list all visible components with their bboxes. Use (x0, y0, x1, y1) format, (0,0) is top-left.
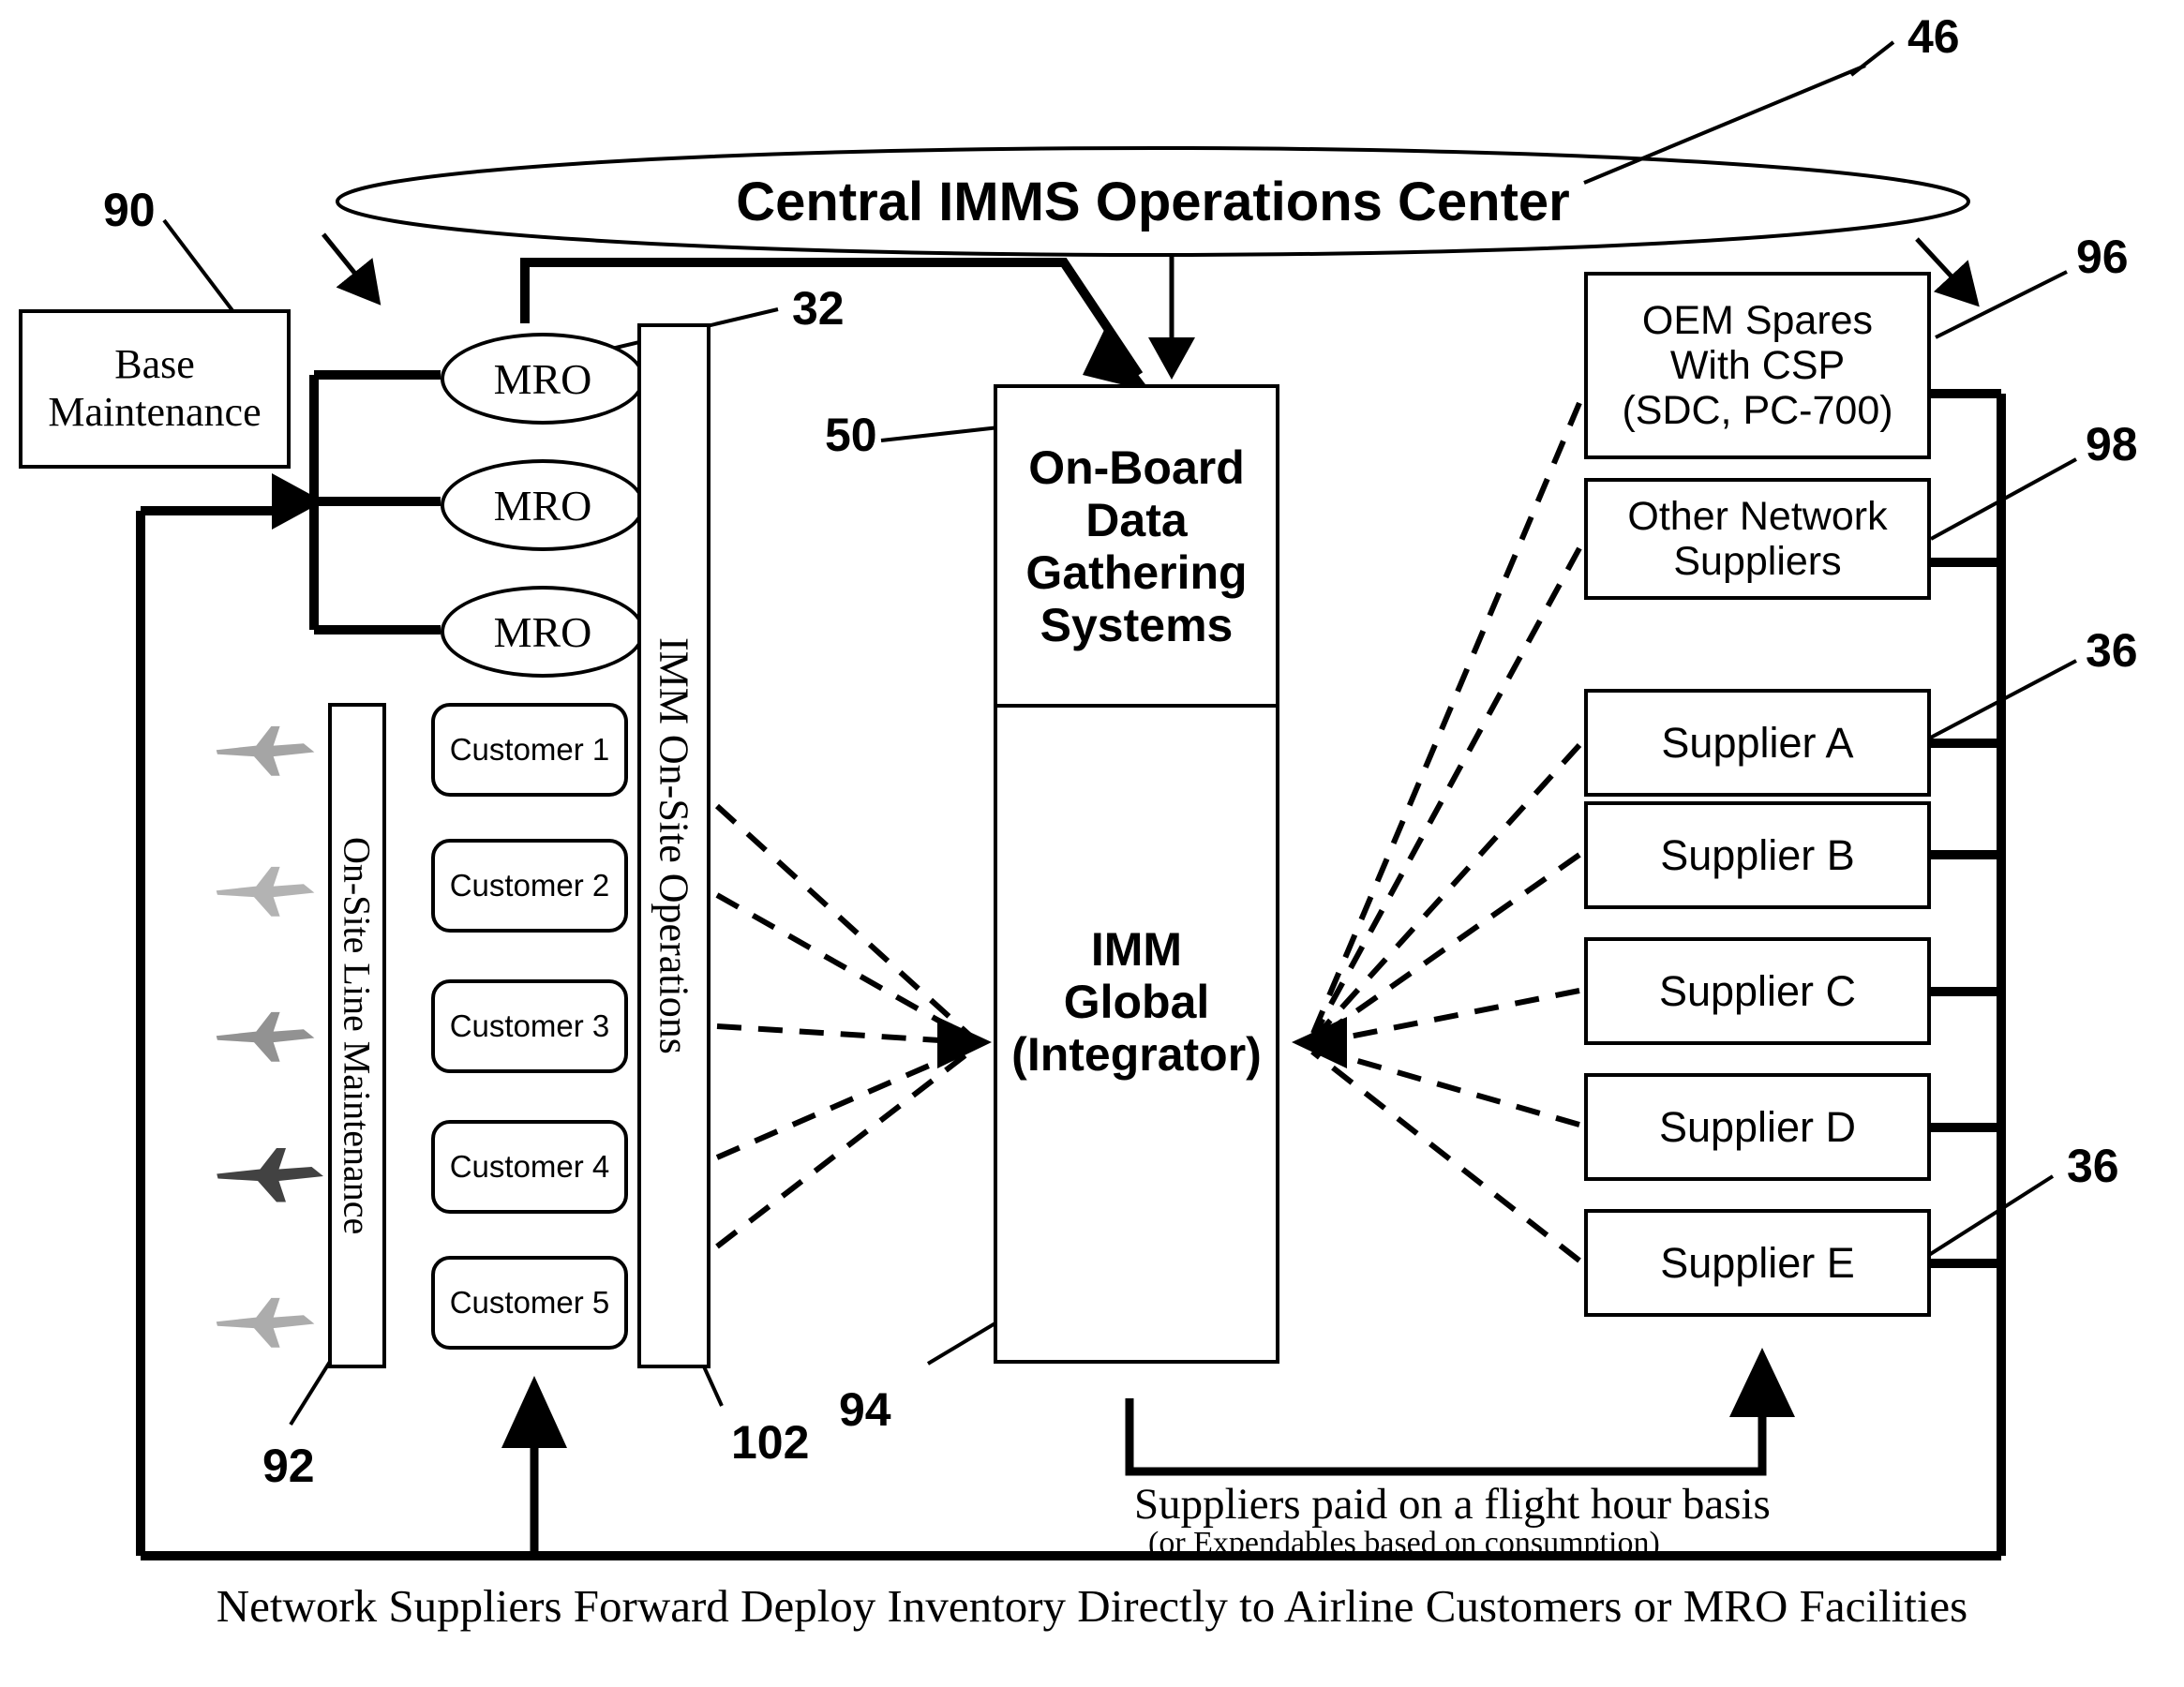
imm-global-integrator-box[interactable]: IMM Global (Integrator) (994, 708, 1279, 1364)
customer-label: Customer 5 (449, 1285, 610, 1320)
supplier-box-e[interactable]: Supplier E (1584, 1209, 1931, 1317)
obdgs-line2: Data (1085, 493, 1188, 546)
customer-box-5[interactable]: Customer 5 (431, 1256, 628, 1350)
aircraft-icon-5 (216, 1297, 315, 1348)
ref-98: 98 (2086, 418, 2138, 470)
other-network-suppliers-box[interactable]: Other Network Suppliers (1584, 478, 1931, 600)
other-network-line1: Other Network (1627, 493, 1888, 539)
ref-92: 92 (262, 1440, 315, 1492)
on-site-line-maintenance-column[interactable]: On-Site Line Maintenance (328, 703, 386, 1368)
other-network-line2: Suppliers (1673, 539, 1842, 584)
supplier-box-b[interactable]: Supplier B (1584, 801, 1931, 909)
supplier-label: Supplier C (1658, 966, 1857, 1015)
oem-line3: (SDC, PC-700) (1622, 388, 1893, 434)
base-maintenance-box[interactable]: Base Maintenance (19, 309, 291, 469)
aircraft-icon-3 (216, 1011, 315, 1062)
leader-50 (880, 425, 1009, 442)
suppliers-paid-bracket (1125, 1398, 1767, 1476)
ref-102: 102 (731, 1416, 810, 1469)
customer-label: Customer 4 (449, 1149, 610, 1184)
supplier-dashed-links (1309, 401, 1582, 1263)
supplier-box-a[interactable]: Supplier A (1584, 689, 1931, 797)
leader-96 (1935, 270, 2068, 339)
ref-36-top: 36 (2086, 624, 2138, 677)
ref-90: 90 (103, 184, 156, 236)
imm-on-site-operations-label: IMM On-Site Operations (651, 637, 697, 1054)
base-maintenance-line1: Base (114, 341, 195, 388)
suppliers-paid-subcaption: (or Expendables based on consumption) (1148, 1526, 1660, 1560)
oem-line1: OEM Spares (1641, 297, 1874, 343)
bottom-caption: Network Suppliers Forward Deploy Invento… (216, 1580, 1968, 1632)
customer-label: Customer 1 (449, 732, 610, 767)
aircraft-icon-1 (216, 725, 315, 776)
ref-50: 50 (825, 409, 877, 461)
oem-line2: With CSP (1669, 342, 1846, 388)
ref-32: 32 (792, 282, 845, 335)
imm-global-line3: (Integrator) (1011, 1028, 1262, 1081)
mro-label: MRO (493, 354, 592, 403)
supplier-label: Supplier E (1660, 1238, 1855, 1287)
supplier-fan-arrowhead (1292, 1017, 1347, 1068)
customer-fan-arrowhead (937, 1017, 992, 1068)
ref-36-bottom: 36 (2067, 1140, 2119, 1192)
customer-box-2[interactable]: Customer 2 (431, 839, 628, 933)
suppliers-paid-caption: Suppliers paid on a flight hour basis (1134, 1480, 1771, 1529)
aircraft-icon-2 (216, 866, 315, 917)
ref-96: 96 (2076, 231, 2129, 283)
supplier-box-d[interactable]: Supplier D (1584, 1073, 1931, 1181)
on-site-line-maintenance-label: On-Site Line Maintenance (336, 836, 379, 1235)
obdgs-line1: On-Board (1028, 440, 1245, 494)
oem-spares-box[interactable]: OEM Spares With CSP (SDC, PC-700) (1584, 272, 1931, 459)
base-maintenance-line2: Maintenance (48, 389, 262, 435)
customer-box-1[interactable]: Customer 1 (431, 703, 628, 797)
imm-on-site-operations-column[interactable]: IMM On-Site Operations (637, 323, 711, 1368)
imm-global-line1: IMM (1090, 923, 1183, 976)
imm-global-line2: Global (1063, 976, 1210, 1028)
customer-box-4[interactable]: Customer 4 (431, 1120, 628, 1214)
mro-label: MRO (493, 481, 592, 530)
supplier-label: Supplier A (1661, 718, 1854, 767)
diagram-canvas: Central IMMS Operations Center 46 Base M… (0, 0, 2184, 1687)
ref-46: 46 (1907, 10, 1960, 63)
obdgs-line4: Systems (1040, 598, 1234, 651)
leader-36-top (1907, 659, 2077, 752)
obdgs-line3: Gathering (1025, 545, 1248, 599)
on-board-data-gathering-systems-box[interactable]: On-Board Data Gathering Systems (994, 384, 1279, 708)
mro-node-3[interactable]: MRO (441, 586, 645, 678)
customer-label: Customer 3 (449, 1008, 610, 1043)
supplier-label: Supplier D (1658, 1102, 1857, 1151)
central-imms-label: Central IMMS Operations Center (736, 171, 1570, 232)
customer-box-3[interactable]: Customer 3 (431, 979, 628, 1073)
ref-94: 94 (839, 1383, 891, 1436)
customer-label: Customer 2 (449, 868, 610, 903)
leader-46 (1849, 40, 1895, 77)
aircraft-icon-4 (217, 1148, 323, 1202)
mro-label: MRO (493, 607, 592, 656)
leader-98 (1930, 457, 2077, 541)
mro-node-2[interactable]: MRO (441, 459, 645, 551)
mro-node-1[interactable]: MRO (441, 333, 645, 425)
supplier-box-c[interactable]: Supplier C (1584, 937, 1931, 1045)
customer-dashed-links (714, 803, 973, 1249)
supplier-label: Supplier B (1660, 830, 1855, 879)
